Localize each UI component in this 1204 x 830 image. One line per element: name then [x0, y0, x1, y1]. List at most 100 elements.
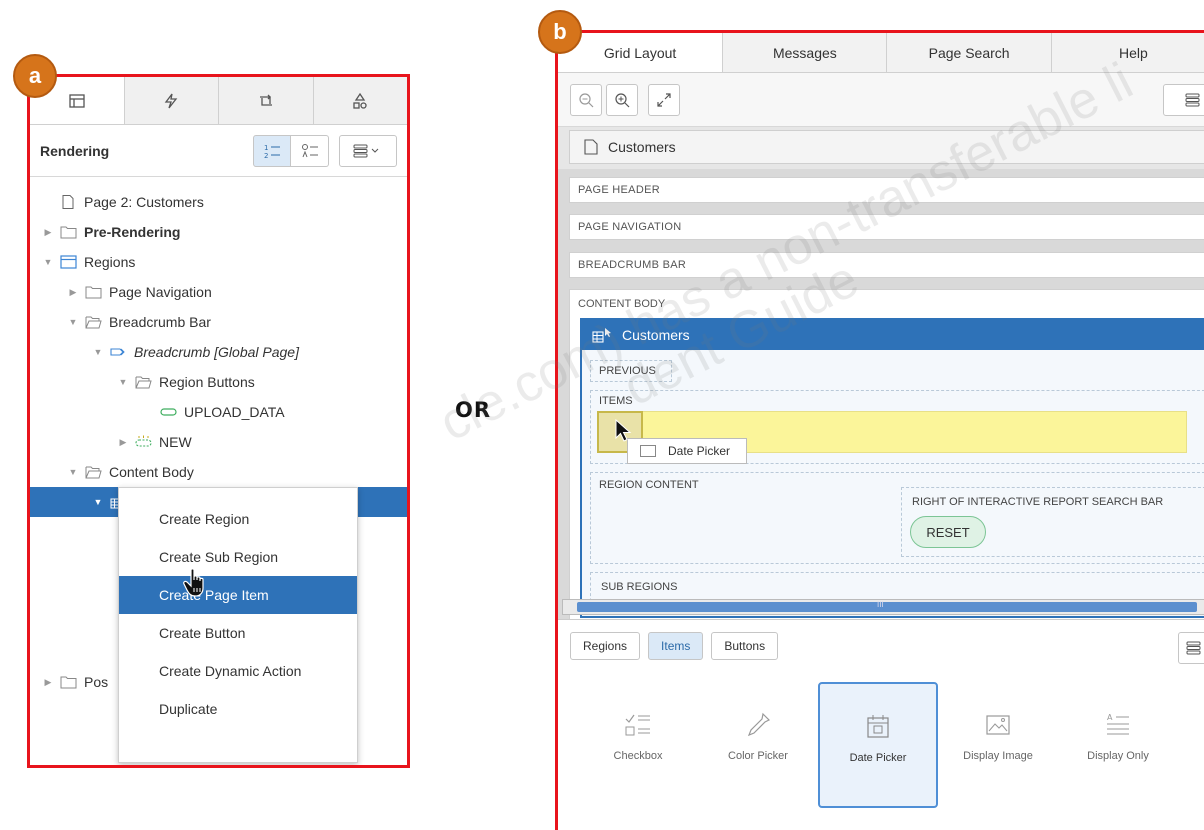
previous-slot[interactable]: PREVIOUS — [590, 360, 672, 382]
svg-text:A: A — [1107, 713, 1113, 722]
mouse-pointer-icon — [615, 419, 632, 442]
items-label: ITEMS — [599, 395, 633, 407]
tree-node[interactable]: Page 2: Customers — [30, 187, 407, 217]
image-icon — [986, 715, 1010, 735]
palette-date-picker[interactable]: Date Picker — [818, 682, 938, 808]
tree-toolbar: Rendering 12 — [30, 125, 407, 177]
dynamic-button-icon — [135, 434, 153, 450]
tree-node-label: UPLOAD_DATA — [184, 404, 285, 420]
right-of-search-slot[interactable]: RIGHT OF INTERACTIVE REPORT SEARCH BAR R… — [901, 487, 1204, 557]
folder-icon — [60, 674, 78, 690]
palette-display-image[interactable]: Display Image — [938, 682, 1058, 808]
gallery-tab-buttons[interactable]: Buttons — [711, 632, 779, 660]
tree-node[interactable]: ▼ Content Body — [30, 457, 407, 487]
eyedropper-icon — [747, 712, 771, 737]
position-page-navigation[interactable]: PAGE NAVIGATION — [569, 214, 1204, 240]
order-alpha-button[interactable] — [291, 134, 329, 167]
gallery-tabs: Regions Items Buttons — [558, 620, 1204, 672]
hand-cursor-icon — [183, 568, 209, 601]
position-page-header[interactable]: PAGE HEADER — [569, 177, 1204, 203]
layout-menu-button[interactable] — [1163, 83, 1204, 116]
tab-grid-layout[interactable]: Grid Layout — [558, 33, 723, 72]
folder-icon — [85, 284, 103, 300]
context-menu-item[interactable]: Create Button — [119, 614, 357, 652]
context-menu-item[interactable]: Create Dynamic Action — [119, 652, 357, 690]
shapes-icon — [353, 92, 367, 109]
gallery-tab-regions[interactable]: Regions — [570, 632, 641, 660]
expand-twisty[interactable]: ▶ — [42, 227, 54, 238]
processing-icon — [259, 94, 272, 106]
position-breadcrumb-bar[interactable]: BREADCRUMB BAR — [569, 252, 1204, 278]
expand-twisty[interactable]: ▼ — [117, 377, 129, 387]
customers-region[interactable]: Customers PREVIOUS ITEMS Date Picker REG… — [580, 318, 1204, 618]
tree-node[interactable]: UPLOAD_DATA — [30, 397, 407, 427]
reset-button[interactable]: RESET — [910, 516, 986, 548]
expand-twisty[interactable]: ▼ — [67, 467, 79, 477]
tree-node[interactable]: ▼ Regions — [30, 247, 407, 277]
context-menu-item[interactable]: Duplicate — [119, 690, 357, 728]
region-content-slot[interactable]: REGION CONTENT RIGHT OF INTERACTIVE REPO… — [590, 472, 1204, 564]
expand-twisty[interactable]: ▼ — [67, 317, 79, 327]
button-icon — [160, 404, 178, 420]
or-separator: OR — [455, 398, 492, 422]
gallery-menu-button[interactable] — [1178, 632, 1204, 664]
tab-help[interactable]: Help — [1050, 33, 1204, 72]
tab-dynamic-actions[interactable] — [123, 77, 218, 124]
display-only-icon: A — [1107, 713, 1129, 735]
expand-twisty[interactable]: ▼ — [92, 497, 104, 507]
tab-messages[interactable]: Messages — [722, 33, 886, 72]
expand-button[interactable] — [648, 83, 680, 116]
expand-twisty[interactable]: ▶ — [42, 677, 54, 688]
tab-shared-components[interactable] — [312, 77, 407, 124]
order-numeric-button[interactable]: 12 — [253, 134, 291, 167]
report-icon — [592, 328, 611, 343]
page-designer-tree-panel: Rendering 12 Page 2: Customers ▶ Pre-Rende… — [27, 74, 410, 768]
dragged-date-picker[interactable]: Date Picker — [627, 438, 747, 464]
region-title: Customers — [622, 327, 690, 343]
zoom-out-button[interactable] — [570, 83, 602, 116]
items-slot[interactable]: ITEMS Date Picker — [590, 390, 1204, 464]
context-menu-item[interactable]: Create Region — [119, 500, 357, 538]
horizontal-scrollbar[interactable]: III — [562, 599, 1204, 615]
calendar-icon — [867, 715, 889, 738]
gallery-tab-items[interactable]: Items — [648, 632, 704, 660]
tree-node-label: Breadcrumb Bar — [109, 314, 211, 330]
palette-label: Display Image — [963, 750, 1033, 762]
region-icon — [60, 254, 78, 270]
expand-twisty[interactable]: ▶ — [117, 437, 129, 448]
folder-open-icon — [85, 314, 103, 330]
menu-icon — [1185, 93, 1200, 106]
svg-text:2: 2 — [264, 152, 268, 159]
tree-node-post[interactable]: ▶ Pos — [42, 667, 109, 697]
tree-node-label: Regions — [84, 254, 136, 270]
tree-node[interactable]: ▼ Region Buttons — [30, 367, 407, 397]
content-body-label: CONTENT BODY — [578, 298, 666, 310]
scroll-thumb[interactable]: III — [577, 600, 1197, 612]
context-menu-item[interactable]: Create Page Item — [119, 576, 357, 614]
content-body-position[interactable]: CONTENT BODY Customers PREVIOUS ITEMS Da… — [569, 289, 1204, 629]
zoom-out-icon — [579, 92, 594, 107]
tab-processing[interactable] — [218, 77, 313, 124]
tab-page-search[interactable]: Page Search — [886, 33, 1050, 72]
rendering-tree: Page 2: Customers ▶ Pre-Rendering ▼ Regions ▶… — [30, 177, 407, 517]
folder-open-icon — [135, 374, 153, 390]
palette-display-only[interactable]: A Display Only — [1058, 682, 1178, 808]
context-menu-item[interactable]: Create Sub Region — [119, 538, 357, 576]
expand-twisty[interactable]: ▶ — [67, 287, 79, 298]
palette-color-picker[interactable]: Color Picker — [698, 682, 818, 808]
tree-node[interactable]: ▼ Breadcrumb Bar — [30, 307, 407, 337]
tree-node[interactable]: ▶ Pre-Rendering — [30, 217, 407, 247]
item-palette: Checkbox Color Picker Date Picker Displa… — [578, 682, 1178, 808]
layout-tabs: Grid Layout Messages Page Search Help — [558, 33, 1204, 73]
tree-menu-button[interactable] — [339, 134, 397, 167]
zoom-in-button[interactable] — [606, 83, 638, 116]
tree-node[interactable]: ▶ Page Navigation — [30, 277, 407, 307]
tree-node-label: Page 2: Customers — [84, 194, 204, 210]
tree-node[interactable]: ▼ Breadcrumb [Global Page] — [30, 337, 407, 367]
expand-twisty[interactable]: ▼ — [92, 347, 104, 357]
palette-checkbox[interactable]: Checkbox — [578, 682, 698, 808]
tree-node[interactable]: ▶ NEW — [30, 427, 407, 457]
drag-item-icon — [640, 445, 656, 457]
expand-twisty[interactable]: ▼ — [42, 257, 54, 267]
region-header[interactable]: Customers — [582, 320, 1204, 350]
